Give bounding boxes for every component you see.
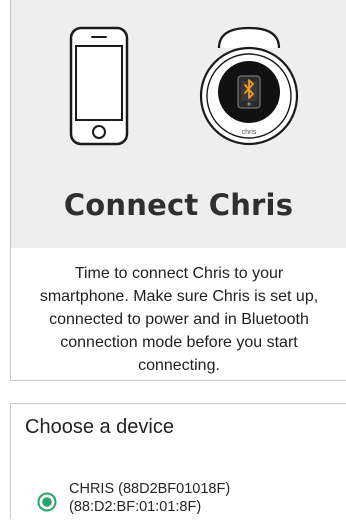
device-brand-label: chris bbox=[242, 129, 257, 136]
device-option[interactable]: CHRIS (88D2BF01018F) (88:D2:BF:01:01:8F) bbox=[11, 478, 346, 520]
device-option-label: CHRIS (88D2BF01018F) (88:D2:BF:01:01:8F) bbox=[69, 481, 231, 515]
chris-device-icon: chris bbox=[199, 26, 299, 146]
radio-selected-icon[interactable] bbox=[37, 492, 57, 512]
page-title: Connect Chris bbox=[63, 188, 294, 222]
dialog-title: Choose a device bbox=[25, 416, 174, 438]
hero-section: chris Connect Chris bbox=[11, 0, 346, 248]
choose-device-dialog: Choose a device CHRIS (88D2BF01018F) (88… bbox=[10, 403, 346, 519]
intro-description: Time to connect Chris to your smartphone… bbox=[39, 265, 319, 374]
connect-chris-card: chris Connect Chris Time to connect Chri… bbox=[10, 0, 346, 381]
smartphone-icon bbox=[69, 26, 129, 146]
